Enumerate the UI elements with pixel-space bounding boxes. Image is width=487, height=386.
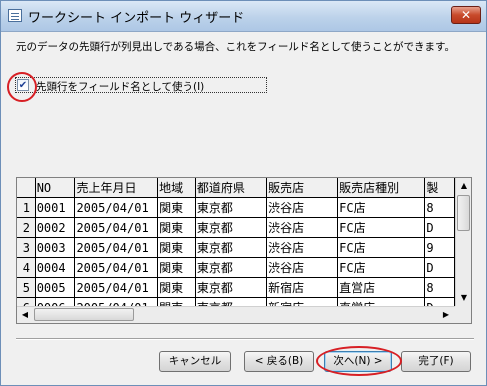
table-cell: D [424, 297, 455, 306]
wizard-description: 元のデータの先頭行が列見出しである場合、これをフィールド名として使うことができま… [16, 41, 456, 53]
window-title: ワークシート インポート ウィザード [28, 11, 245, 26]
table-cell: 関東 [157, 277, 196, 298]
column-header[interactable]: 販売店種別 [337, 178, 426, 198]
row-number: 5 [17, 277, 36, 298]
close-button[interactable]: ✕ [451, 6, 481, 24]
cancel-button[interactable]: キャンセル [159, 351, 231, 372]
first-row-checkbox[interactable]: ✔ [17, 79, 29, 91]
table-cell: 東京都 [195, 257, 268, 278]
table-cell: 東京都 [195, 217, 268, 238]
table-cell: FC店 [337, 217, 426, 238]
column-header[interactable]: 製 [424, 178, 455, 198]
table-cell: 2005/04/01 [74, 277, 159, 298]
column-header[interactable]: 地域 [157, 178, 196, 198]
table-cell: 渋谷店 [266, 217, 339, 238]
row-number: 1 [17, 197, 36, 218]
vertical-scroll-thumb[interactable] [457, 195, 470, 231]
table-cell: 2005/04/01 [74, 217, 159, 238]
table-cell: 関東 [157, 217, 196, 238]
scroll-left-icon[interactable]: ◀ [17, 307, 33, 323]
table-cell: 直営店 [337, 277, 426, 298]
table-cell: 0003 [35, 237, 76, 258]
table-cell: 関東 [157, 257, 196, 278]
row-number: 4 [17, 257, 36, 278]
table-cell: 渋谷店 [266, 237, 339, 258]
row-number: 6 [17, 297, 36, 306]
next-button[interactable]: 次へ(N) > [324, 351, 392, 372]
table-cell: FC店 [337, 197, 426, 218]
window-icon [8, 9, 22, 22]
horizontal-scrollbar[interactable]: ◀ ▶ [17, 306, 455, 323]
table-cell: 2005/04/01 [74, 297, 159, 306]
horizontal-scroll-thumb[interactable] [34, 308, 134, 321]
row-number: 2 [17, 217, 36, 238]
title-bar: ワークシート インポート ウィザード ✕ [1, 1, 486, 32]
table-cell: 9 [424, 237, 455, 258]
scrollbar-corner [455, 306, 471, 323]
table-cell: 新宿店 [266, 277, 339, 298]
table-row: 6 0006 2005/04/01 関東 東京都 新宿店 直営店 D [17, 297, 455, 306]
table-cell: 2005/04/01 [74, 197, 159, 218]
table-cell: 渋谷店 [266, 197, 339, 218]
column-header[interactable]: 販売店 [266, 178, 339, 198]
table-cell: 東京都 [195, 277, 268, 298]
header-row: NO 売上年月日 地域 都道府県 販売店 販売店種別 製 [17, 178, 455, 198]
table-cell: 8 [424, 197, 455, 218]
table-cell: D [424, 217, 455, 238]
scroll-down-icon[interactable]: ▼ [456, 290, 471, 306]
table-row: 4 0004 2005/04/01 関東 東京都 渋谷店 FC店 D [17, 257, 455, 278]
table-cell: 新宿店 [266, 297, 339, 306]
table-cell: 0001 [35, 197, 76, 218]
table-cell: D [424, 257, 455, 278]
row-number: 3 [17, 237, 36, 258]
first-row-checkbox-label[interactable]: 先頭行をフィールド名として使う(I) [36, 79, 204, 94]
table-cell: 0006 [35, 297, 76, 306]
table-cell: 関東 [157, 197, 196, 218]
table-cell: 渋谷店 [266, 257, 339, 278]
table-cell: 0005 [35, 277, 76, 298]
vertical-scrollbar[interactable]: ▲ ▼ [455, 178, 471, 306]
table-cell: 2005/04/01 [74, 257, 159, 278]
table-cell: 8 [424, 277, 455, 298]
table-cell: 東京都 [195, 237, 268, 258]
scroll-right-icon[interactable]: ▶ [438, 307, 454, 323]
table-row: 5 0005 2005/04/01 関東 東京都 新宿店 直営店 8 [17, 277, 455, 298]
table-cell: 直営店 [337, 297, 426, 306]
scroll-up-icon[interactable]: ▲ [456, 178, 471, 194]
table-row: 1 0001 2005/04/01 関東 東京都 渋谷店 FC店 8 [17, 197, 455, 218]
table-cell: 東京都 [195, 297, 268, 306]
column-header[interactable]: 売上年月日 [74, 178, 159, 198]
column-header[interactable]: NO [35, 178, 76, 198]
footer-separator [16, 338, 474, 340]
table-cell: FC店 [337, 257, 426, 278]
table-cell: 東京都 [195, 197, 268, 218]
data-preview-grid: NO 売上年月日 地域 都道府県 販売店 販売店種別 製 1 0001 2005… [16, 177, 472, 324]
import-wizard-window: ワークシート インポート ウィザード ✕ 元のデータの先頭行が列見出しである場合… [0, 0, 487, 386]
finish-button[interactable]: 完了(F) [401, 351, 471, 372]
corner-cell [17, 178, 36, 198]
table-cell: 関東 [157, 297, 196, 306]
first-row-as-field-names-option[interactable]: ✔ 先頭行をフィールド名として使う(I) [15, 77, 267, 93]
table-cell: 0004 [35, 257, 76, 278]
table-cell: 関東 [157, 237, 196, 258]
preview-table: NO 売上年月日 地域 都道府県 販売店 販売店種別 製 1 0001 2005… [17, 178, 455, 306]
table-cell: FC店 [337, 237, 426, 258]
table-row: 2 0002 2005/04/01 関東 東京都 渋谷店 FC店 D [17, 217, 455, 238]
table-cell: 0002 [35, 217, 76, 238]
table-cell: 2005/04/01 [74, 237, 159, 258]
column-header[interactable]: 都道府県 [195, 178, 268, 198]
back-button[interactable]: < 戻る(B) [244, 351, 314, 372]
table-row: 3 0003 2005/04/01 関東 東京都 渋谷店 FC店 9 [17, 237, 455, 258]
